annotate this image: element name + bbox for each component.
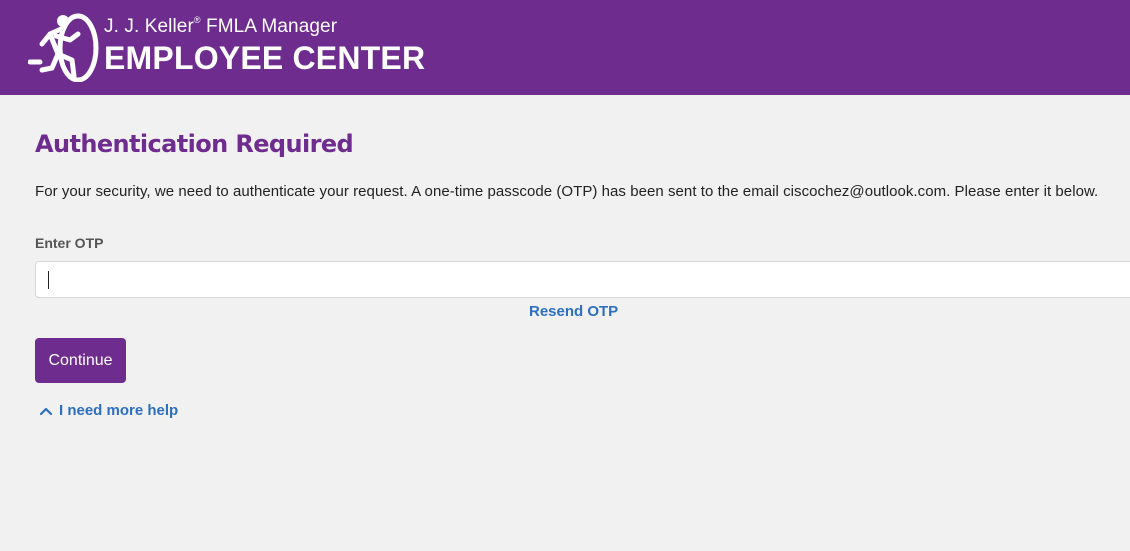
resend-otp-link[interactable]: Resend OTP bbox=[529, 303, 618, 320]
text-cursor bbox=[48, 271, 49, 289]
instructions-text: For your security, we need to authentica… bbox=[35, 183, 1099, 200]
registered-mark: ® bbox=[193, 14, 201, 25]
more-help-toggle[interactable]: I need more help bbox=[39, 402, 178, 419]
brand-title: EMPLOYEE CENTER bbox=[104, 40, 426, 76]
app-header: J. J. Keller® FMLA Manager EMPLOYEE CENT… bbox=[0, 0, 1130, 95]
running-figure-logo-icon bbox=[28, 13, 99, 82]
continue-button[interactable]: Continue bbox=[35, 338, 126, 383]
brand-subtitle: J. J. Keller® FMLA Manager bbox=[104, 14, 338, 38]
more-help-label: I need more help bbox=[59, 402, 179, 419]
page-title: Authentication Required bbox=[35, 130, 354, 158]
chevron-up-icon bbox=[39, 407, 53, 415]
brand-name: J. J. Keller bbox=[104, 16, 194, 37]
product-name: FMLA Manager bbox=[206, 16, 338, 37]
otp-input[interactable] bbox=[35, 261, 1130, 298]
otp-label: Enter OTP bbox=[35, 235, 104, 251]
